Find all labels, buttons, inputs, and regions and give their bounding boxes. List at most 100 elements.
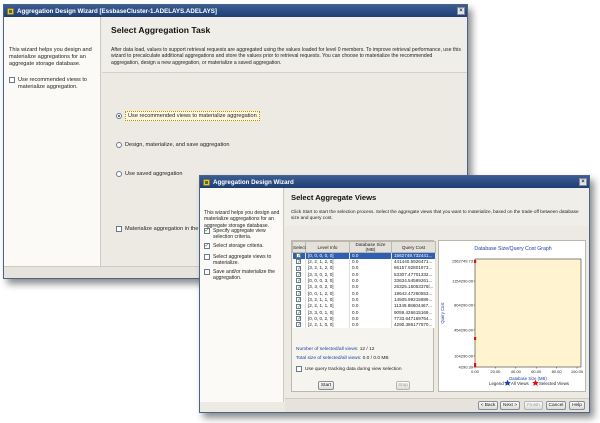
option-use-recommended[interactable]: Use recommended views to materialize agg… bbox=[116, 111, 260, 121]
table-cell-query-cost: 86157.92801673... bbox=[391, 265, 436, 272]
row-select-checkbox[interactable]: ✓ bbox=[296, 272, 301, 278]
step-select-views: Select aggregate views to materialize. bbox=[204, 254, 282, 266]
x-tick-label: 60.00 bbox=[531, 369, 542, 374]
row-select-checkbox[interactable]: ✓ bbox=[296, 303, 301, 309]
window2-left-panel: This wizard helps you design and materia… bbox=[200, 188, 284, 402]
start-button[interactable]: Start bbox=[318, 381, 334, 390]
graph-title: Database Size/Query Cost Graph bbox=[474, 246, 551, 252]
aggregate-views-table: Select Level Info Database Size (MB) Que… bbox=[292, 241, 436, 329]
window1-description: After data load, values to support retri… bbox=[111, 47, 461, 66]
option-design-materialize-radio[interactable] bbox=[116, 142, 122, 148]
help-button[interactable]: Help bbox=[569, 401, 585, 410]
step-specify-criteria-label: Specify aggregate view selection criteri… bbox=[213, 228, 266, 241]
app-icon bbox=[203, 178, 210, 186]
option-use-saved[interactable]: Use saved aggregation bbox=[116, 171, 183, 177]
legend-all-views-label: All Views bbox=[511, 381, 530, 386]
data-point-selected bbox=[474, 363, 477, 367]
table-cell-query-cost: 9059.426615169... bbox=[391, 309, 436, 316]
option-design-materialize-label: Design, materialize, and save aggregatio… bbox=[125, 142, 230, 148]
table-cell-query-cost: 33634.54569261... bbox=[391, 277, 436, 285]
window1-left-panel: This wizard helps you design and materia… bbox=[4, 17, 101, 267]
materialize-background-checkbox[interactable] bbox=[116, 226, 122, 232]
window1-header: Select Aggregation Task After data load,… bbox=[102, 17, 467, 73]
option-use-saved-label: Use saved aggregation bbox=[125, 171, 183, 177]
data-point-selected bbox=[474, 337, 477, 340]
size-cost-graph-panel: Database Size/Query Cost Graph 1562749.73… bbox=[438, 240, 586, 392]
legend-selected-views-label: Selected Views bbox=[539, 381, 570, 386]
row-select-checkbox[interactable]: ✓ bbox=[296, 265, 301, 271]
option-use-saved-radio[interactable] bbox=[116, 171, 122, 177]
finish-button[interactable]: Finish bbox=[524, 401, 543, 410]
table-cell-query-cost: 7733.647169764... bbox=[391, 315, 436, 322]
step-specify-criteria-check: ✓ bbox=[204, 227, 210, 234]
row-select-checkbox[interactable]: ✓ bbox=[296, 284, 301, 290]
selected-views-count-value: 12 / 12 bbox=[359, 347, 375, 352]
window2-header: Select Aggregate Views Click Start to st… bbox=[285, 188, 589, 226]
stop-button[interactable]: Stop bbox=[396, 381, 410, 390]
table-cell-query-cost: 1562749.732441... bbox=[391, 252, 436, 259]
option-use-recommended-label: Use recommended views to materialize agg… bbox=[125, 111, 260, 121]
legend-title: Legend bbox=[489, 381, 504, 386]
window1-close-button[interactable]: × bbox=[457, 7, 465, 15]
x-tick-label: 20.00 bbox=[490, 369, 501, 374]
table-header-row: Select Level Info Database Size (MB) Que… bbox=[292, 241, 436, 253]
window2-heading: Select Aggregate Views bbox=[291, 193, 377, 202]
window1-left-description: This wizard helps you design and materia… bbox=[9, 47, 92, 67]
column-header-database-size[interactable]: Database Size (MB) bbox=[349, 241, 392, 253]
selected-views-size: Total size of selected/all views: 0.0 / … bbox=[296, 356, 389, 361]
row-select-checkbox[interactable]: ✓ bbox=[296, 259, 301, 265]
option-use-recommended-radio[interactable] bbox=[116, 113, 122, 119]
row-select-checkbox[interactable]: ✓ bbox=[296, 253, 301, 259]
x-tick-label: 0.00 bbox=[471, 369, 480, 374]
window1-left-option[interactable]: Use recommended views to materialize agg… bbox=[9, 77, 97, 90]
app-icon bbox=[7, 7, 14, 15]
row-select-checkbox[interactable]: ✓ bbox=[296, 322, 301, 328]
row-select-checkbox[interactable]: ✓ bbox=[296, 316, 301, 322]
next-button[interactable]: Next > bbox=[500, 401, 520, 410]
query-tracking-option[interactable]: Use query tracking data during view sele… bbox=[296, 366, 402, 372]
table-cell-query-cost: 53307.47701332... bbox=[391, 271, 436, 278]
column-header-select[interactable]: Select bbox=[292, 241, 306, 253]
window1-left-option-checkbox[interactable] bbox=[9, 77, 15, 83]
table-cell-query-cost: 4290.386177670... bbox=[391, 321, 436, 329]
back-button[interactable]: < Back bbox=[478, 401, 498, 410]
materialize-background-label: Materialize aggregation in the ba bbox=[125, 226, 207, 232]
cancel-button[interactable]: Cancel bbox=[546, 401, 566, 410]
table-cell-select[interactable]: ✓ bbox=[292, 321, 306, 329]
window1-heading: Select Aggregation Task bbox=[111, 25, 211, 35]
y-tick-label: 104290.00 bbox=[454, 354, 474, 359]
step-storage-criteria: ✓ Select storage criteria. bbox=[204, 243, 282, 249]
step-save-materialize-label: Save and/or materialize the aggregation. bbox=[213, 269, 276, 282]
row-select-checkbox[interactable]: ✓ bbox=[296, 309, 301, 315]
window2-footer: < Back Next > Finish Cancel Help bbox=[285, 398, 589, 412]
table-cell-level-info: [2, 2, 1, 0, 0] bbox=[305, 321, 350, 329]
size-cost-graph: Database Size/Query Cost Graph 1562749.73… bbox=[440, 246, 584, 386]
row-select-checkbox[interactable]: ✓ bbox=[296, 290, 301, 296]
window2-title: Aggregation Design Wizard bbox=[213, 178, 294, 186]
window2-left-description: This wizard helps you design and materia… bbox=[204, 210, 280, 229]
step-specify-criteria: ✓ Specify aggregate view selection crite… bbox=[204, 228, 282, 240]
window2-titlebar[interactable]: Aggregation Design Wizard × bbox=[200, 176, 589, 188]
selected-views-count-label: Number of selected/all views: bbox=[296, 347, 359, 352]
row-select-checkbox[interactable]: ✓ bbox=[296, 278, 301, 284]
selected-views-count: Number of selected/all views: 12 / 12 bbox=[296, 347, 374, 352]
y-tick-label: 1562749.73 bbox=[452, 259, 474, 264]
data-point-selected bbox=[474, 260, 477, 263]
step-select-views-label: Select aggregate views to materialize. bbox=[213, 254, 272, 267]
plot-area bbox=[474, 258, 582, 368]
column-header-level-info[interactable]: Level Info bbox=[305, 241, 350, 253]
table-row[interactable]: ✓ [2, 2, 1, 0, 0] 0.0 4290.386177670... bbox=[292, 321, 436, 329]
x-tick-label: 80.00 bbox=[552, 369, 563, 374]
step-storage-criteria-label: Select storage criteria. bbox=[213, 243, 264, 249]
window1-title: Aggregation Design Wizard [EssbaseCluste… bbox=[17, 7, 217, 15]
step-save-materialize: Save and/or materialize the aggregation. bbox=[204, 269, 282, 281]
window2-close-button[interactable]: × bbox=[579, 178, 587, 186]
query-tracking-checkbox[interactable] bbox=[296, 366, 302, 372]
x-tick-label: 40.00 bbox=[511, 369, 522, 374]
window1-titlebar[interactable]: Aggregation Design Wizard [EssbaseCluste… bbox=[4, 5, 467, 17]
window2-description: Click Start to start the selection proce… bbox=[291, 209, 579, 220]
materialize-background-option[interactable]: Materialize aggregation in the ba bbox=[116, 226, 206, 233]
option-design-materialize[interactable]: Design, materialize, and save aggregatio… bbox=[116, 142, 229, 148]
row-select-checkbox[interactable]: ✓ bbox=[296, 297, 301, 303]
column-header-query-cost[interactable]: Query Cost bbox=[391, 241, 436, 253]
